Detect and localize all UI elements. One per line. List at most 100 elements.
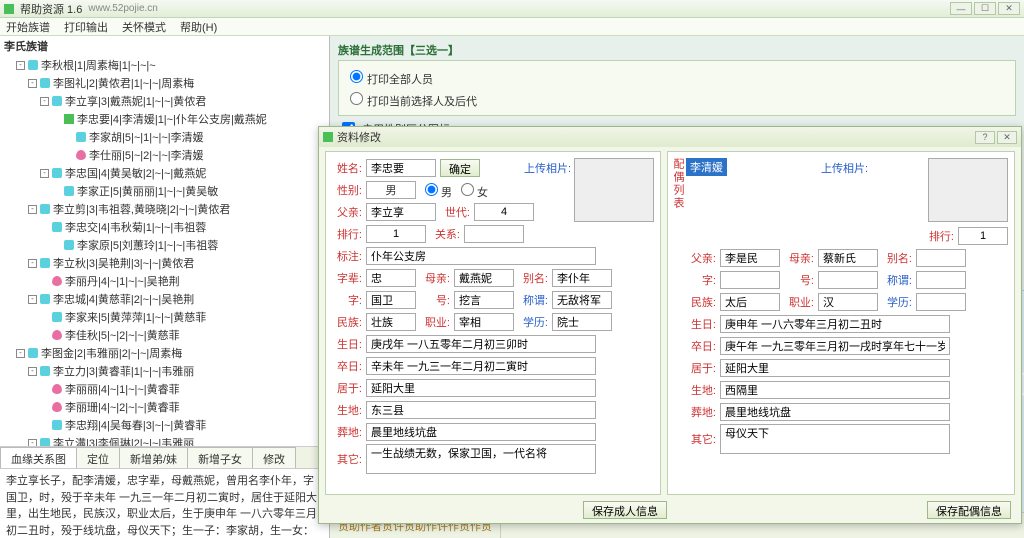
save-person-button[interactable]: 保存成人信息 [583,501,667,519]
tab-relation[interactable]: 血缘关系图 [0,447,77,468]
tree-node[interactable]: 李丽丽|4|~|1|~|~|黄睿菲 [4,380,325,398]
tree-node[interactable]: 李丽珊|4|~|2|~|~|黄睿菲 [4,398,325,416]
sp-fa-input[interactable] [720,249,780,267]
sp-zi-input[interactable] [720,271,780,289]
save-spouse-button[interactable]: 保存配偶信息 [927,501,1011,519]
tree-node[interactable]: 李忠翔|4|吴每春|3|~|~|黄睿菲 [4,416,325,434]
photo-box[interactable] [574,158,654,222]
title-input[interactable] [552,291,612,309]
sp-hao-input[interactable] [818,271,878,289]
hao-input[interactable] [454,291,514,309]
zi-input[interactable] [366,291,416,309]
lbl-rank: 排行: [332,226,362,242]
gen-input[interactable] [474,203,534,221]
tab-add-sibling[interactable]: 新增弟/妹 [119,447,188,468]
father-input[interactable] [366,203,436,221]
menu-help[interactable]: 帮助(H) [180,19,217,35]
dialog-titlebar[interactable]: 资料修改 ? ✕ [319,127,1021,147]
other-input[interactable]: 一生战绩无数，保家卫国，一代名将 [366,444,596,474]
tree-node[interactable]: -李立剪|3|韦祖蓉,黄晓晓|2|~|~|黄侬君 [4,200,325,218]
rank-input[interactable] [366,225,426,243]
nat-input[interactable] [366,313,416,331]
spouse-side-label: 配偶列表 [670,158,686,210]
tree-node[interactable]: -李秋根|1|周素梅|1|~|~|~ [4,56,325,74]
tree-node[interactable]: 李家正|5|黄丽丽|1|~|~|黄吴敏 [4,182,325,200]
tree-node[interactable]: -李忠国|4|黄吴敏|2|~|~|戴燕妮 [4,164,325,182]
lbl-sp-birth: 生日: [686,316,716,332]
tree-node[interactable]: 李丽丹|4|~|1|~|~|吴艳荆 [4,272,325,290]
tree-node[interactable]: 李佳秋|5|~|2|~|~|黄慈菲 [4,326,325,344]
ok-button[interactable]: 确定 [440,159,480,177]
tree-node[interactable]: 李忠要|4|李清媛|1|~|仆年公支房|戴燕妮 [4,110,325,128]
sp-edu-input[interactable] [916,293,966,311]
tree-node[interactable]: 李仕丽|5|~|2|~|~|李清媛 [4,146,325,164]
dialog-close-button[interactable]: ✕ [997,131,1017,144]
tree-node[interactable]: 李家原|5|刘蕙玲|1|~|~|韦祖蓉 [4,236,325,254]
hall-input[interactable] [366,269,416,287]
name-input[interactable] [366,159,436,177]
tree-node[interactable]: -李立力|3|黄睿菲|1|~|~|韦雅丽 [4,362,325,380]
radio-male[interactable]: 男 [420,180,452,200]
lbl-father: 父亲: [332,204,362,220]
close-button[interactable]: ✕ [998,2,1020,15]
tree-node[interactable]: -李立满|3|李佩琳|2|~|~|韦雅丽 [4,434,325,446]
lbl-sp-zi: 字: [686,272,716,288]
tree-node[interactable]: 李忠交|4|韦秋菊|1|~|~|韦祖蓉 [4,218,325,236]
tree-node[interactable]: -李立享|3|戴燕妮|1|~|~|黄侬君 [4,92,325,110]
tree-node[interactable]: -李立秋|3|吴艳荆|3|~|~|黄侬君 [4,254,325,272]
tab-locate[interactable]: 定位 [76,447,120,468]
tree-node[interactable]: -李图礼|2|黄侬君|1|~|~|周素梅 [4,74,325,92]
lbl-title: 称谓: [518,292,548,308]
radio-print-current[interactable]: 打印当前选择人及后代 [345,89,1009,109]
menu-begin[interactable]: 开始族谱 [6,19,50,35]
sp-job-input[interactable] [818,293,878,311]
sp-bp-input[interactable] [720,381,950,399]
alias-input[interactable] [552,269,612,287]
left-pane: 李氏族谱 -李秋根|1|周素梅|1|~|~|~-李图礼|2|黄侬君|1|~|~|… [0,36,330,538]
job-input[interactable] [454,313,514,331]
lbl-sp-hao: 号: [784,272,814,288]
lbl-hall: 字辈: [332,270,362,286]
radio-print-all[interactable]: 打印全部人员 [345,67,1009,87]
menu-care[interactable]: 关怀模式 [122,19,166,35]
edu-input[interactable] [552,313,612,331]
lbl-sp-mo: 母亲: [784,250,814,266]
sp-title-input[interactable] [916,271,966,289]
minimize-button[interactable]: — [950,2,972,15]
mother-input[interactable] [454,269,514,287]
tree-node[interactable]: 李家胡|5|~|1|~|~|李清媛 [4,128,325,146]
birth-input[interactable] [366,335,596,353]
sp-birth-input[interactable] [720,315,950,333]
death-input[interactable] [366,357,596,375]
gen-range-title: 族谱生成范围【三选一】 [338,42,1016,58]
birthplace-input[interactable] [366,401,596,419]
tree-node[interactable]: -李图金|2|韦雅丽|2|~|~|周素梅 [4,344,325,362]
sp-mo-input[interactable] [818,249,878,267]
sp-nat-input[interactable] [720,293,780,311]
tree-node[interactable]: -李忠城|4|黄慈菲|2|~|~|吴艳荆 [4,290,325,308]
sp-other-input[interactable]: 母仪天下 [720,424,950,454]
radio-female[interactable]: 女 [456,180,488,200]
sp-grave-input[interactable] [720,403,950,421]
sp-rank-input[interactable] [958,227,1008,245]
tree[interactable]: 李氏族谱 -李秋根|1|周素梅|1|~|~|~-李图礼|2|黄侬君|1|~|~|… [0,36,329,446]
dialog-help-button[interactable]: ? [975,131,995,144]
tab-add-child[interactable]: 新增子女 [187,447,253,468]
sp-death-input[interactable] [720,337,950,355]
lbl-sp-alias: 别名: [882,250,912,266]
lbl-hao: 号: [420,292,450,308]
lbl-bz: 标注: [332,248,362,264]
maximize-button[interactable]: ☐ [974,2,996,15]
rel-input[interactable] [464,225,524,243]
tree-node[interactable]: 李家来|5|黄萍萍|1|~|~|黄慈菲 [4,308,325,326]
sp-live-input[interactable] [720,359,950,377]
grave-input[interactable] [366,423,596,441]
sp-alias-input[interactable] [916,249,966,267]
spouse-name-head[interactable]: 李清媛 [686,158,727,176]
bz-input[interactable] [366,247,596,265]
tree-root[interactable]: 李氏族谱 [4,38,325,54]
live-input[interactable] [366,379,596,397]
spouse-photo-box[interactable] [928,158,1008,222]
menu-print[interactable]: 打印输出 [64,19,108,35]
tab-edit[interactable]: 修改 [252,447,296,468]
